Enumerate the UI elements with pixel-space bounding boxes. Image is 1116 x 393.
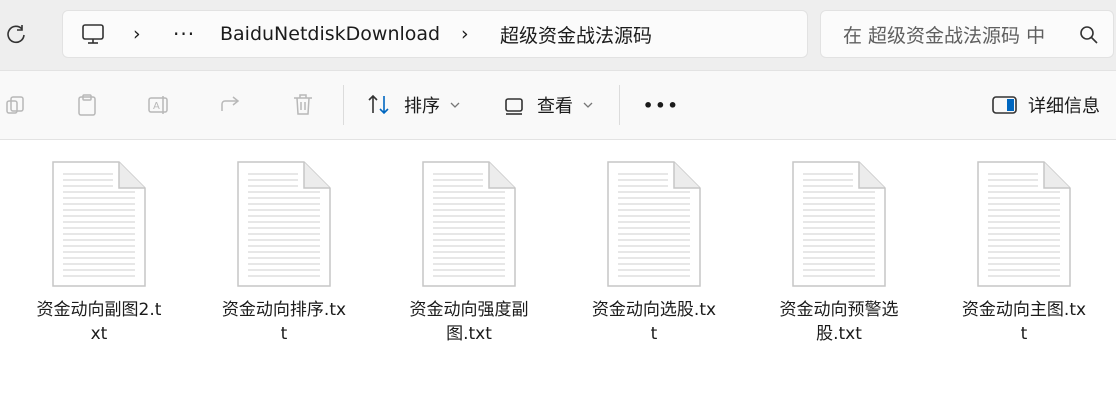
file-name[interactable]: 资金动向强度副图.txt [379,298,559,346]
file-name[interactable]: 资金动向排序.txt [194,298,374,346]
text-file-icon [792,161,886,287]
details-pane-icon [992,96,1017,114]
file-item[interactable]: 资金动向排序.txt [194,160,374,346]
toolbar-divider [619,85,620,125]
delete-icon[interactable] [292,71,314,139]
refresh-icon[interactable] [4,22,28,46]
file-name[interactable]: 资金动向选股.txt [564,298,744,346]
view-label: 查看 [537,96,573,117]
text-file-icon [52,161,146,287]
sort-icon [368,94,389,115]
text-file-icon [422,161,516,287]
file-item[interactable]: 资金动向副图2.txt [9,160,189,346]
breadcrumb-overflow-button[interactable]: ··· [173,11,195,57]
chevron-down-icon [450,102,460,108]
text-file-icon [977,161,1071,287]
more-options-button[interactable]: ••• [643,71,680,139]
this-pc-icon[interactable] [81,11,105,57]
details-label: 详细信息 [1028,96,1100,117]
file-item[interactable]: 资金动向强度副图.txt [379,160,559,346]
paste-icon[interactable] [76,71,98,139]
svg-text:A: A [153,101,160,112]
file-view: 资金动向副图2.txt 资金动向排序.txt 资金动向强度副图.txt 资金动向… [0,140,1116,393]
view-button[interactable]: 查看 [503,71,593,139]
text-file-icon [607,161,701,287]
share-icon[interactable] [219,71,243,139]
file-name[interactable]: 资金动向副图2.txt [9,298,189,346]
sort-label: 排序 [404,96,440,117]
breadcrumb-item-baidunetdiskdownload[interactable]: BaiduNetdiskDownload [220,11,440,57]
breadcrumb[interactable]: › ··· BaiduNetdiskDownload › 超级资金战法源码 [62,10,808,58]
details-button[interactable]: 详细信息 [992,71,1100,139]
file-item[interactable]: 资金动向选股.txt [564,160,744,346]
breadcrumb-separator[interactable]: › [461,11,469,57]
copy-icon[interactable] [4,71,26,139]
chevron-down-icon [583,102,593,108]
search-box[interactable]: 在 超级资金战法源码 中 [820,10,1114,58]
rename-icon[interactable]: A [147,71,171,139]
toolbar-divider [343,85,344,125]
address-bar-area: › ··· BaiduNetdiskDownload › 超级资金战法源码 在 … [0,0,1116,70]
sort-button[interactable]: 排序 [366,71,460,139]
search-icon[interactable] [1079,25,1099,49]
search-placeholder[interactable]: 在 超级资金战法源码 中 [843,11,1053,57]
view-icon [505,98,523,115]
file-name[interactable]: 资金动向主图.txt [934,298,1114,346]
command-bar: A 排序 查看 ••• 详细信息 [0,70,1116,140]
file-item[interactable]: 资金动向预警选股.txt [749,160,929,346]
file-item[interactable]: 资金动向主图.txt [934,160,1114,346]
breadcrumb-item-current-folder[interactable]: 超级资金战法源码 [500,11,652,57]
file-name[interactable]: 资金动向预警选股.txt [749,298,929,346]
breadcrumb-separator[interactable]: › [133,11,141,57]
text-file-icon [237,161,331,287]
